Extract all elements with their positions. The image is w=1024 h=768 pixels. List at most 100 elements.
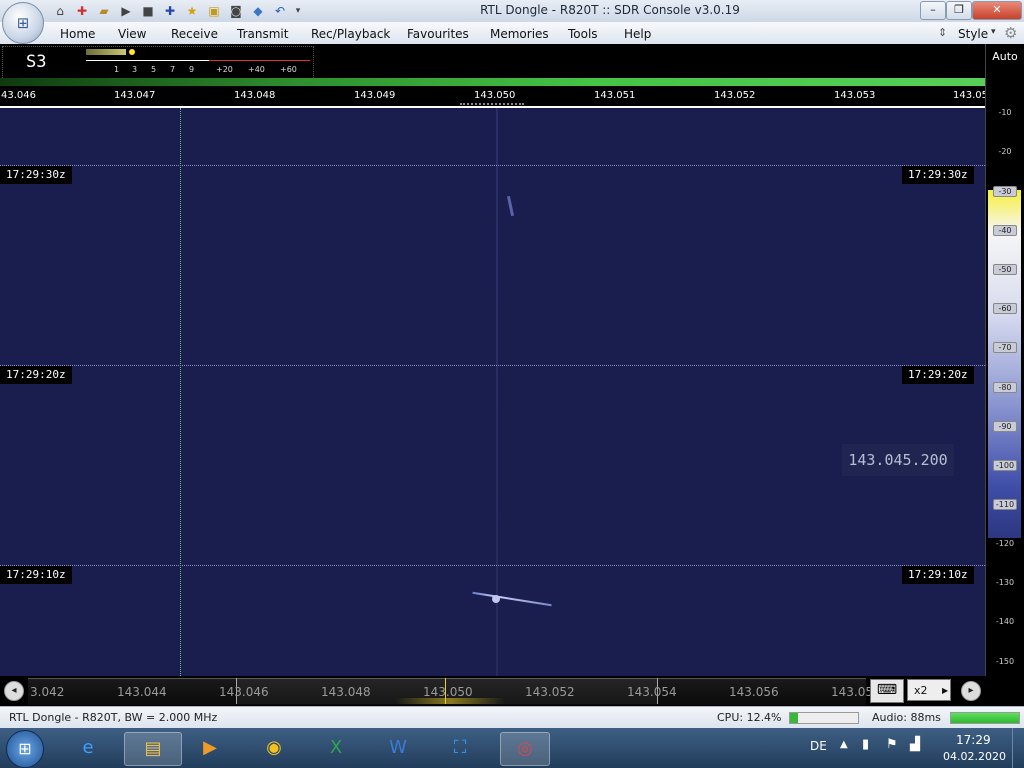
- language-indicator[interactable]: DE: [810, 739, 827, 753]
- smeter-scale-label: 7: [170, 65, 176, 74]
- file-explorer-icon[interactable]: ▤: [124, 732, 182, 766]
- close-button[interactable]: ✕: [972, 1, 1022, 20]
- timestamp-label: 17:29:30z: [0, 166, 72, 184]
- freq-tick-label: 143.05: [953, 90, 988, 101]
- freq-tick-label: 143.052: [714, 90, 756, 101]
- smeter-scale-label: 3: [132, 65, 138, 74]
- favourite-star-icon[interactable]: ★: [184, 3, 200, 19]
- tray-expand-icon[interactable]: ▲: [840, 739, 848, 750]
- camera-icon[interactable]: ◙: [228, 3, 244, 19]
- word-icon[interactable]: W: [378, 732, 418, 764]
- customize-dropdown-icon[interactable]: ▾: [290, 3, 306, 19]
- spectrum-noise-floor: [0, 78, 985, 86]
- clock-date[interactable]: 04.02.2020: [943, 750, 1006, 763]
- db-tick-label: -50: [993, 264, 1017, 275]
- frequency-axis[interactable]: 43.046 143.047 143.048 143.049 143.050 1…: [0, 88, 988, 108]
- stop-icon[interactable]: ■: [140, 3, 156, 19]
- menu-transmit[interactable]: Transmit: [237, 27, 288, 41]
- db-tick-label: -120: [995, 539, 1015, 548]
- start-button[interactable]: ⊞: [6, 730, 44, 768]
- overview-tick-label: 143.044: [117, 685, 167, 699]
- chrome-icon[interactable]: ◉: [254, 732, 294, 764]
- help-ring-icon[interactable]: ✚: [74, 3, 90, 19]
- lock-icon[interactable]: ▣: [206, 3, 222, 19]
- freq-tick-label: 43.046: [1, 90, 36, 101]
- menu-home[interactable]: Home: [60, 27, 95, 41]
- drop-icon[interactable]: ◆: [250, 3, 266, 19]
- menu-help[interactable]: Help: [624, 27, 651, 41]
- window-title: RTL Dongle - R820T :: SDR Console v3.0.1…: [480, 3, 740, 17]
- timestamp-label: 17:29:20z: [902, 366, 974, 384]
- overview-tick-label: 143.054: [627, 685, 677, 699]
- cpu-meter: [789, 712, 859, 724]
- clock-time[interactable]: 17:29: [956, 733, 991, 747]
- db-tick-label: -110: [993, 499, 1017, 510]
- network-icon[interactable]: ▟: [910, 737, 920, 752]
- smeter-peak-dot: [129, 49, 135, 55]
- menu-view[interactable]: View: [118, 27, 146, 41]
- keyboard-icon[interactable]: ⌨: [870, 679, 904, 703]
- audio-buffer-meter: [950, 712, 1020, 724]
- vfo-marker-line[interactable]: [180, 108, 181, 676]
- smeter-value: S3: [26, 52, 47, 72]
- zoom-arrow-icon: ▶: [942, 686, 949, 695]
- zoom-value: x2: [914, 684, 928, 697]
- minimize-button[interactable]: –: [920, 1, 946, 20]
- db-tick-label: -80: [993, 382, 1017, 393]
- sdr-console-icon[interactable]: ◎: [500, 732, 550, 766]
- maximize-button[interactable]: ❐: [946, 1, 972, 20]
- menu-receive[interactable]: Receive: [171, 27, 218, 41]
- overview-tick-label: 143.048: [321, 685, 371, 699]
- overview-bar: ◂ 3.042 143.044 143.046 143.048 143.050 …: [0, 676, 985, 706]
- smeter-scale-label: +40: [248, 65, 265, 74]
- menu-rec-playback[interactable]: Rec/Playback: [311, 27, 390, 41]
- timestamp-label: 17:29:10z: [902, 566, 974, 584]
- folder-icon[interactable]: ▰: [96, 3, 112, 19]
- carrier-trace: [496, 108, 498, 676]
- title-bar: ⌂ ✚ ▰ ▶ ■ ✚ ★ ▣ ◙ ◆ ↶ ▾ RTL Dongle - R82…: [0, 0, 1024, 23]
- overview-tick-label: 143.052: [525, 685, 575, 699]
- waterfall-display[interactable]: 17:29:30z 17:29:30z 17:29:20z 17:29:20z …: [0, 108, 985, 676]
- action-center-flag-icon[interactable]: ⚑: [886, 737, 898, 752]
- smeter-bar: [86, 49, 126, 55]
- ribbon-menu-bar: Home View Receive Transmit Rec/Playback …: [0, 22, 1024, 45]
- home-icon[interactable]: ⌂: [52, 3, 68, 19]
- auto-level-button[interactable]: Auto: [986, 50, 1024, 63]
- internet-explorer-icon[interactable]: e: [68, 732, 108, 764]
- show-desktop-button[interactable]: [1012, 728, 1024, 768]
- overview-tick-label: 143.05: [831, 685, 873, 699]
- time-gridline: [0, 165, 985, 166]
- snipping-tool-icon[interactable]: ⛶: [440, 732, 480, 764]
- excel-icon[interactable]: X: [316, 732, 356, 764]
- zoom-selector[interactable]: x2 ▶: [907, 679, 951, 701]
- menu-tools[interactable]: Tools: [568, 27, 598, 41]
- undo-icon[interactable]: ↶: [272, 3, 288, 19]
- gear-icon[interactable]: ⚙: [1004, 24, 1017, 42]
- style-menu[interactable]: Style: [958, 27, 988, 41]
- style-dropdown-icon[interactable]: ▾: [991, 27, 996, 37]
- scroll-right-button[interactable]: ▸: [961, 681, 981, 701]
- timestamp-label: 17:29:30z: [902, 166, 974, 184]
- db-scale[interactable]: Auto -10 -20 -30 -40 -50 -60 -70 -80 -90…: [985, 44, 1024, 676]
- signal-burst: [506, 195, 515, 217]
- style-arrows-icon: ⇕: [938, 26, 948, 39]
- menu-favourites[interactable]: Favourites: [407, 27, 469, 41]
- bandwidth-marker[interactable]: [460, 103, 524, 105]
- device-tray-icon[interactable]: ▮: [862, 737, 869, 752]
- timestamp-label: 17:29:10z: [0, 566, 72, 584]
- scroll-left-button[interactable]: ◂: [4, 681, 24, 701]
- add-icon[interactable]: ✚: [162, 3, 178, 19]
- freq-tick-label: 143.048: [234, 90, 276, 101]
- device-status: RTL Dongle - R820T, BW = 2.000 MHz: [9, 711, 218, 724]
- level-gradient[interactable]: [988, 190, 1021, 538]
- application-button[interactable]: ⊞: [2, 2, 44, 44]
- status-bar: RTL Dongle - R820T, BW = 2.000 MHz CPU: …: [0, 706, 1024, 729]
- media-player-icon[interactable]: ▶: [190, 732, 230, 764]
- smeter-scale-label: +60: [280, 65, 297, 74]
- play-icon[interactable]: ▶: [118, 3, 134, 19]
- app-menu-icon: ⊞: [16, 14, 30, 32]
- smeter-scale-label: 1: [114, 65, 120, 74]
- time-gridline: [0, 565, 985, 566]
- menu-memories[interactable]: Memories: [490, 27, 549, 41]
- overview-tick-label: 3.042: [30, 685, 65, 699]
